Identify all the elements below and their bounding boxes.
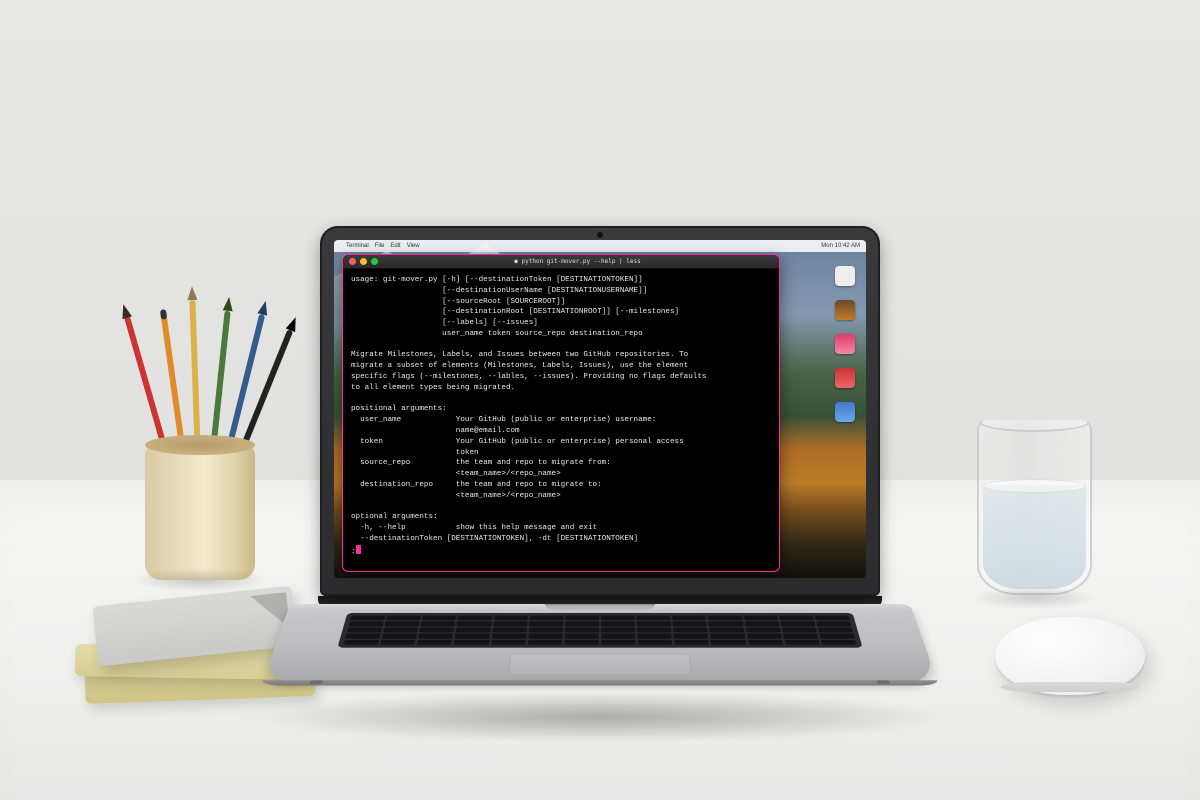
window-close-icon[interactable] bbox=[349, 258, 356, 265]
desktop-icon-image-1[interactable] bbox=[835, 334, 855, 354]
laptop-lid: Terminal File Edit View Mon 10:42 AM bbox=[320, 226, 880, 596]
computer-mouse bbox=[995, 617, 1145, 695]
desktop-icon-folder[interactable] bbox=[835, 300, 855, 320]
terminal-titlebar[interactable]: ● python git-mover.py --help | less bbox=[343, 255, 779, 269]
menubar-item-file[interactable]: File bbox=[375, 240, 385, 252]
keyboard[interactable] bbox=[337, 613, 862, 648]
terminal-output[interactable]: usage: git-mover.py [-h] [--destinationT… bbox=[343, 269, 779, 571]
menubar-app-name[interactable]: Terminal bbox=[346, 240, 369, 252]
desktop-icon-image-2[interactable] bbox=[835, 368, 855, 388]
terminal-window[interactable]: ● python git-mover.py --help | less usag… bbox=[342, 254, 780, 572]
desktop-icon-image-3[interactable] bbox=[835, 402, 855, 422]
laptop-screen: Terminal File Edit View Mon 10:42 AM bbox=[334, 240, 866, 578]
webcam bbox=[597, 232, 603, 238]
pencil-cup bbox=[135, 330, 265, 580]
window-minimize-icon[interactable] bbox=[360, 258, 367, 265]
terminal-title-text: ● python git-mover.py --help | less bbox=[382, 258, 773, 265]
laptop-notch bbox=[545, 604, 656, 610]
trackpad[interactable] bbox=[508, 654, 692, 675]
water-glass bbox=[977, 420, 1092, 595]
macos-menubar[interactable]: Terminal File Edit View Mon 10:42 AM bbox=[334, 240, 866, 252]
desktop-icons bbox=[830, 266, 860, 548]
window-zoom-icon[interactable] bbox=[371, 258, 378, 265]
desktop-icon-hd[interactable] bbox=[835, 266, 855, 286]
menubar-item-edit[interactable]: Edit bbox=[390, 240, 400, 252]
laptop: Terminal File Edit View Mon 10:42 AM bbox=[290, 226, 910, 734]
menubar-clock[interactable]: Mon 10:42 AM bbox=[821, 240, 860, 252]
laptop-base bbox=[262, 604, 937, 682]
menubar-item-view[interactable]: View bbox=[407, 240, 420, 252]
